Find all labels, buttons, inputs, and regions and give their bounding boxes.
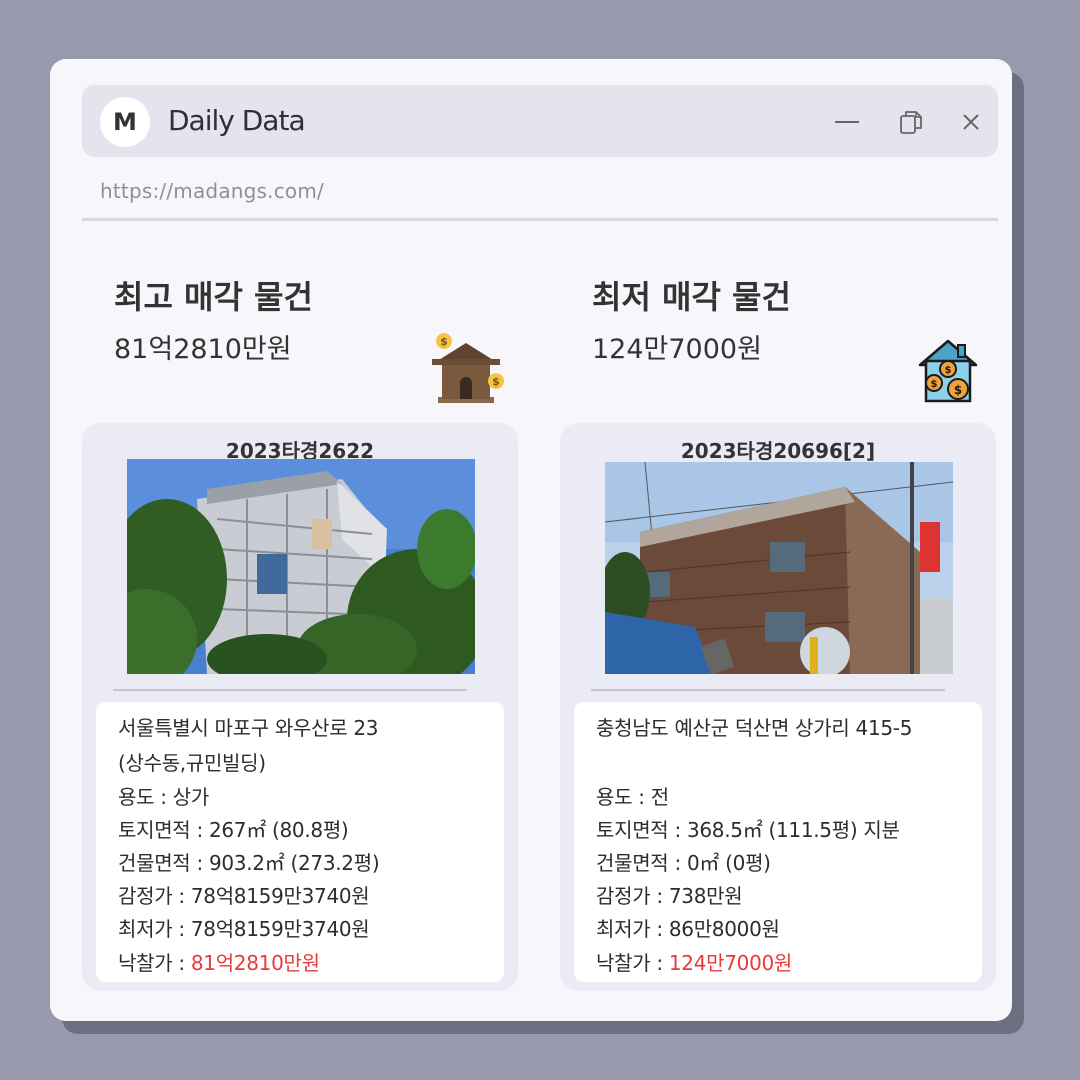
app-window: M Daily Data https://madangs.com/ 최고 매각 … (50, 59, 1012, 1021)
minimize-button[interactable] (832, 107, 862, 137)
appraisal-price: 감정가 : 738만원 (596, 884, 743, 908)
appraisal-price: 감정가 : 78억8159만3740원 (118, 884, 370, 908)
restore-button[interactable] (896, 107, 926, 137)
property-info: 충청남도 예산군 덕산면 상가리 415-5 용도 : 전 토지면적 : 368… (574, 702, 982, 982)
usage: 용도 : 상가 (118, 785, 209, 809)
highest-heading: 최고 매각 물건 (114, 278, 313, 316)
building-area: 건물면적 : 903.2㎡ (273.2평) (118, 851, 380, 875)
minimum-price: 최저가 : 78억8159만3740원 (118, 917, 370, 941)
building-photo (605, 462, 953, 674)
winning-bid-label: 낙찰가 : (596, 951, 669, 975)
card-divider (113, 689, 467, 691)
svg-text:$: $ (440, 335, 448, 348)
minimize-icon (835, 121, 859, 123)
highest-property-card[interactable]: 2023타경2622 서울특별시 마포구 와우산로 23 (상수동,규민빌딩) … (82, 423, 518, 991)
address-line1: 충청남도 예산군 덕산면 상가리 415-5 (596, 716, 913, 740)
title-bar: M Daily Data (82, 85, 998, 157)
house-coins-icon: $ $ $ (918, 339, 978, 403)
restore-icon (900, 111, 922, 134)
svg-text:$: $ (954, 383, 962, 397)
house-money-icon: $ $ (432, 333, 504, 403)
address-line2: (상수동,규민빌딩) (118, 751, 266, 775)
winning-bid: 낙찰가 : 81억2810만원 (118, 947, 320, 976)
land-area: 토지면적 : 267㎡ (80.8평) (118, 818, 349, 842)
svg-text:$: $ (931, 379, 938, 390)
card-divider (591, 689, 945, 691)
usage: 용도 : 전 (596, 785, 669, 809)
property-info: 서울특별시 마포구 와우산로 23 (상수동,규민빌딩) 용도 : 상가 토지면… (96, 702, 504, 982)
building-photo (127, 459, 475, 674)
land-area: 토지면적 : 368.5㎡ (111.5평) 지분 (596, 818, 900, 842)
svg-text:$: $ (492, 375, 500, 388)
minimum-price: 최저가 : 86만8000원 (596, 917, 780, 941)
highest-amount: 81억2810만원 (114, 334, 292, 365)
winning-bid-value: 81억2810만원 (190, 951, 320, 975)
lowest-property-card[interactable]: 2023타경20696[2] 충청남도 예산군 덕산면 상가리 415-5 용도… (560, 423, 996, 991)
case-number: 2023타경20696[2] (680, 439, 876, 463)
address-line1: 서울특별시 마포구 와우산로 23 (118, 716, 379, 740)
building-area: 건물면적 : 0㎡ (0평) (596, 851, 771, 875)
close-button[interactable] (956, 107, 986, 137)
close-icon (963, 114, 979, 130)
lowest-heading: 최저 매각 물건 (592, 278, 791, 316)
url-text[interactable]: https://madangs.com/ (100, 179, 324, 203)
app-logo: M (100, 97, 150, 147)
winning-bid-label: 낙찰가 : (118, 951, 191, 975)
lowest-amount: 124만7000원 (592, 334, 762, 365)
winning-bid: 낙찰가 : 124만7000원 (596, 947, 792, 976)
app-title: Daily Data (168, 104, 306, 137)
header-divider (82, 218, 998, 221)
svg-text:$: $ (945, 365, 952, 376)
winning-bid-value: 124만7000원 (668, 951, 793, 975)
